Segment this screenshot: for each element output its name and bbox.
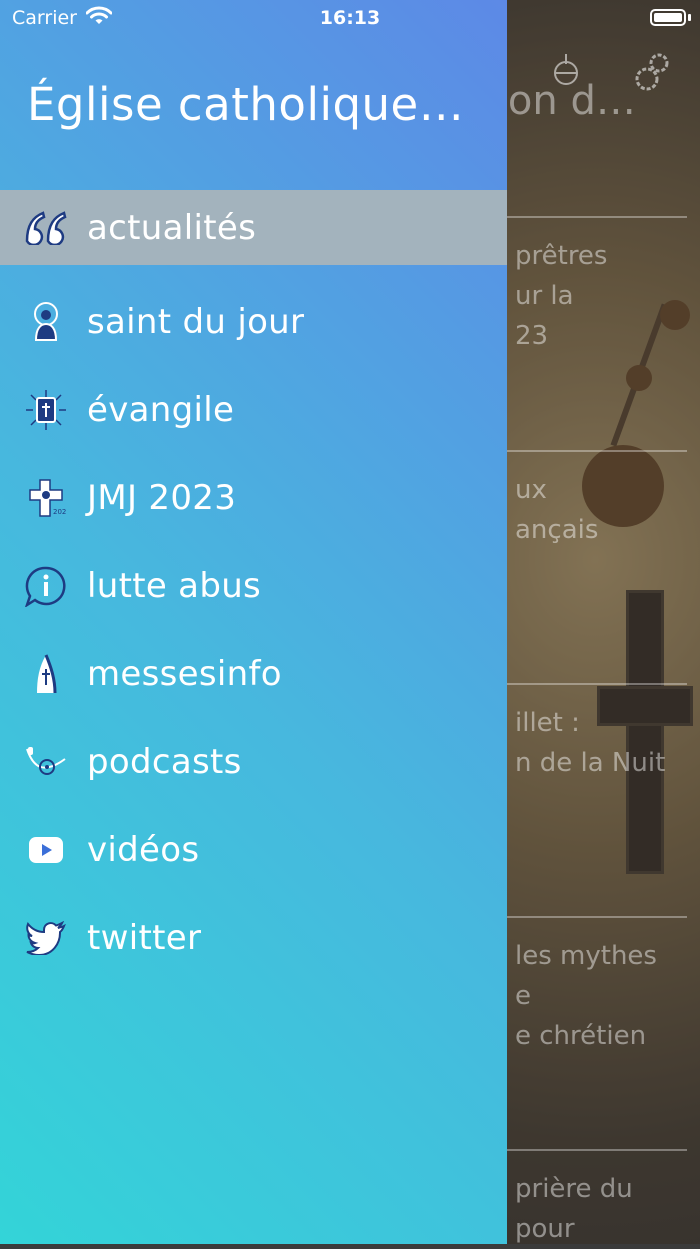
info-bubble-icon bbox=[24, 564, 68, 608]
menu-item-label: lutte abus bbox=[87, 566, 262, 606]
menu-item-messesinfo[interactable]: messesinfo bbox=[0, 630, 507, 718]
side-drawer: Église catholique… actualités saint du j… bbox=[0, 0, 507, 1244]
drawer-menu: actualités saint du jour évangile 202 JM… bbox=[0, 190, 507, 982]
menu-item-podcasts[interactable]: podcasts bbox=[0, 718, 507, 806]
church-icon bbox=[24, 652, 68, 696]
menu-item-label: saint du jour bbox=[87, 302, 305, 342]
menu-item-videos[interactable]: vidéos bbox=[0, 806, 507, 894]
svg-text:2023: 2023 bbox=[53, 508, 66, 516]
status-time: 16:13 bbox=[319, 7, 381, 29]
menu-item-label: messesinfo bbox=[87, 654, 282, 694]
menu-item-saint-du-jour[interactable]: saint du jour bbox=[0, 278, 507, 366]
twitter-icon bbox=[24, 916, 68, 960]
article-title[interactable]: ux ançais bbox=[515, 470, 700, 550]
earphones-icon bbox=[24, 740, 68, 784]
menu-item-twitter[interactable]: twitter bbox=[0, 894, 507, 982]
menu-item-label: vidéos bbox=[87, 830, 200, 870]
article-title[interactable]: prêtres ur la 23 bbox=[515, 236, 700, 356]
menu-item-lutte-abus[interactable]: lutte abus bbox=[0, 542, 507, 630]
status-bar: Carrier 16:13 bbox=[0, 0, 700, 36]
menu-item-label: JMJ 2023 bbox=[87, 478, 237, 518]
bible-icon bbox=[24, 388, 68, 432]
menu-item-label: actualités bbox=[87, 207, 257, 248]
list-separator bbox=[507, 683, 687, 685]
list-separator bbox=[507, 216, 687, 218]
article-title[interactable]: les mythes e e chrétien bbox=[515, 936, 700, 1056]
jmj-icon: 2023 bbox=[24, 476, 68, 520]
list-separator bbox=[507, 450, 687, 452]
drawer-title: Église catholique… bbox=[27, 78, 465, 131]
battery-icon bbox=[650, 9, 686, 26]
menu-item-jmj-2023[interactable]: 2023 JMJ 2023 bbox=[0, 454, 507, 542]
menu-item-label: podcasts bbox=[87, 742, 242, 782]
menu-item-label: twitter bbox=[87, 918, 202, 958]
list-separator bbox=[507, 916, 687, 918]
globe-icon[interactable] bbox=[551, 54, 581, 88]
play-icon bbox=[24, 828, 68, 872]
menu-item-label: évangile bbox=[87, 390, 235, 430]
menu-item-actualites[interactable]: actualités bbox=[0, 190, 507, 265]
settings-gear-icon[interactable] bbox=[634, 50, 672, 92]
menu-item-evangile[interactable]: évangile bbox=[0, 366, 507, 454]
list-separator bbox=[507, 1149, 687, 1151]
article-title[interactable]: illet : n de la Nuit bbox=[515, 703, 700, 783]
saint-icon bbox=[24, 300, 68, 344]
quote-icon bbox=[24, 206, 68, 250]
article-title[interactable]: prière du pour bbox=[515, 1169, 700, 1249]
